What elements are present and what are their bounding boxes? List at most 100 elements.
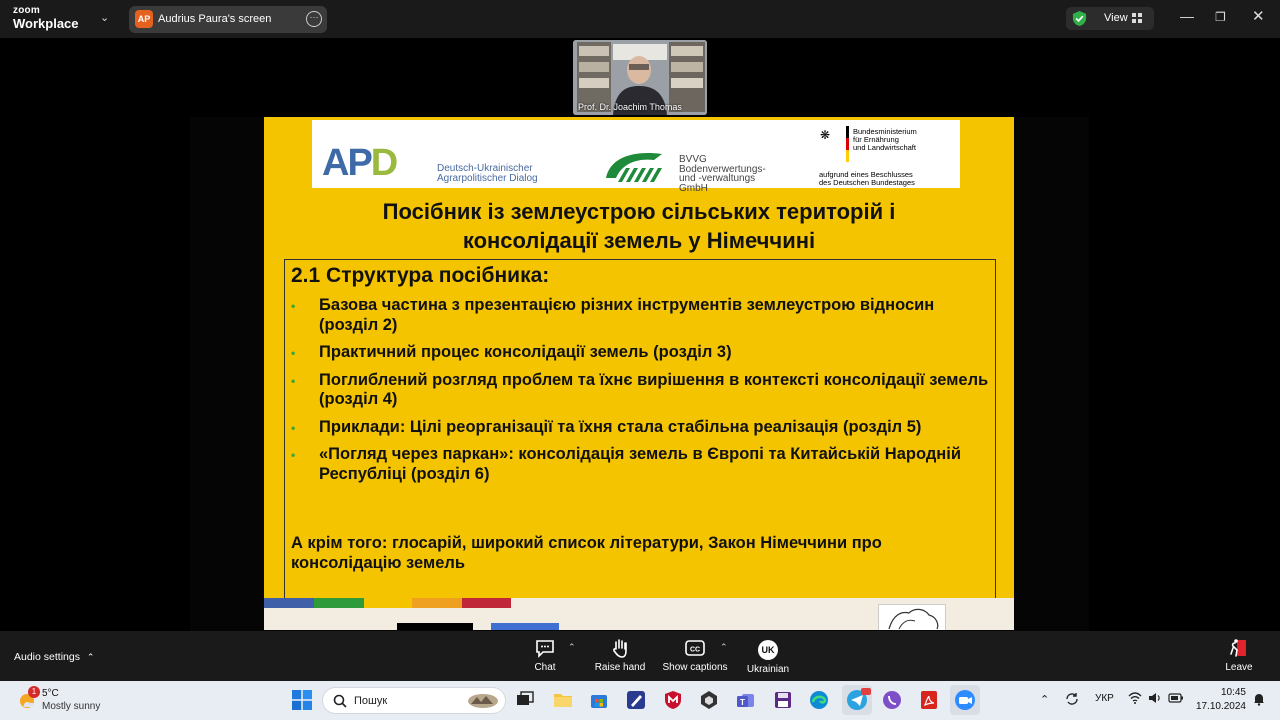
ellipsis-icon[interactable]: ⋯ xyxy=(306,11,322,27)
chevron-up-icon[interactable]: ⌃ xyxy=(568,642,576,653)
footer-block xyxy=(397,623,473,630)
bmel-subtext: aufgrund eines Beschlusses des Deutschen… xyxy=(819,171,915,187)
chat-icon xyxy=(536,640,554,658)
language-code-badge: UK xyxy=(758,640,778,660)
slide-title-line-1: Посібник із землеустрою сільських терито… xyxy=(382,199,896,224)
taskbar-clock[interactable]: 10:45 17.10.2024 xyxy=(1194,686,1246,714)
eagle-icon: ❋ xyxy=(820,128,831,142)
search-placeholder: Пошук xyxy=(354,695,388,707)
chevron-down-icon[interactable]: ⌄ xyxy=(100,11,109,24)
edge-icon[interactable] xyxy=(808,689,830,711)
bullet-dot-icon: • xyxy=(291,448,296,462)
chevron-up-icon[interactable]: ⌃ xyxy=(1040,693,1049,706)
bullet-dot-icon: • xyxy=(291,299,296,313)
footer-color-segment xyxy=(364,598,412,608)
bullet-text: Практичний процес консолідації земель (р… xyxy=(319,343,732,361)
notification-badge: 1 xyxy=(28,686,40,698)
raise-hand-label: Raise hand xyxy=(594,662,646,673)
search-highlight-icon xyxy=(468,694,498,708)
close-icon[interactable]: ✕ xyxy=(1252,7,1265,25)
list-item: • «Погляд через паркан»: консолідація зем… xyxy=(291,445,991,484)
bullet-dot-icon: • xyxy=(291,346,296,360)
language-button[interactable]: UK Ukrainian xyxy=(743,637,793,675)
search-icon xyxy=(333,694,347,708)
audio-settings-button[interactable]: Audio settings ⌃ xyxy=(14,651,94,663)
wifi-icon[interactable] xyxy=(1128,692,1142,707)
app-cube-icon[interactable] xyxy=(698,689,720,711)
weather-condition: Mostly sunny xyxy=(42,701,101,712)
taskbar-search[interactable]: Пошук xyxy=(322,687,506,714)
slide-title: Посібник із землеустрою сільських терито… xyxy=(264,197,1014,255)
clock-time: 10:45 xyxy=(1220,687,1246,698)
bullet-dot-icon: • xyxy=(291,373,296,388)
acrobat-icon[interactable] xyxy=(918,689,940,711)
mcafee-icon[interactable] xyxy=(662,689,684,711)
share-title: Audrius Paura's screen xyxy=(158,13,272,25)
pen-app-icon[interactable] xyxy=(625,689,647,711)
list-item: • Базова частина з презентацією різних ін… xyxy=(291,296,991,335)
slide-title-line-2: консолідації земель у Німеччині xyxy=(462,228,816,253)
hand-icon xyxy=(613,639,627,658)
footer-color-segment xyxy=(412,598,462,608)
speaker-icon[interactable] xyxy=(1148,692,1162,707)
grid-icon xyxy=(1132,13,1142,23)
restore-icon[interactable]: ❐ xyxy=(1215,10,1226,24)
meeting-controls: Audio settings ⌃ Chat ⌃ Raise hand CC Sh… xyxy=(0,631,1280,681)
leave-button[interactable]: Leave xyxy=(1222,637,1256,673)
zoom-logo: zoom Workplace xyxy=(13,5,79,31)
brand-top: zoom xyxy=(13,5,40,16)
german-flag-bar xyxy=(846,126,849,162)
minimize-icon[interactable]: — xyxy=(1180,8,1194,24)
bvvg-line-4: GmbH xyxy=(679,182,708,194)
keyboard-language[interactable]: УКР xyxy=(1095,693,1114,704)
participant-video[interactable]: Prof. Dr. Joachim Thomas xyxy=(573,40,707,115)
windows-start-icon[interactable] xyxy=(292,690,312,710)
screen-share-indicator[interactable]: AP Audrius Paura's screen ⋯ xyxy=(129,6,327,33)
zoom-window: zoom Workplace ⌄ AP Audrius Paura's scre… xyxy=(0,0,1280,720)
extra-note: А крім того: глосарій, широкий список лі… xyxy=(291,534,882,572)
language-label: Ukrainian xyxy=(746,664,790,675)
view-button[interactable]: View xyxy=(1066,7,1154,30)
sync-icon[interactable] xyxy=(1064,691,1080,710)
weather-temperature: 5°C xyxy=(42,688,59,699)
bullet-dot-icon: • xyxy=(291,420,296,435)
chat-label: Chat xyxy=(534,662,556,673)
chevron-up-icon[interactable]: ⌃ xyxy=(720,642,728,653)
list-item: • Практичний процес консолідації земель (… xyxy=(291,343,991,363)
clock-date: 17.10.2024 xyxy=(1195,701,1246,712)
content-box: 2.1 Структура посібника: • Базова частина… xyxy=(284,259,996,604)
bmel-logo-text: Bundesministerium für Ernährung und Land… xyxy=(853,128,917,152)
battery-icon[interactable] xyxy=(1168,692,1184,707)
leave-label: Leave xyxy=(1225,662,1253,673)
bullet-text: Приклади: Цілі реорганізації та їхня ста… xyxy=(319,417,922,436)
chevron-up-icon: ⌃ xyxy=(86,652,95,662)
teams-icon[interactable]: T xyxy=(735,689,757,711)
bell-icon[interactable] xyxy=(1252,692,1266,709)
bullet-text: Базова частина з презентацією різних інс… xyxy=(319,296,935,334)
windows-taskbar: 1 5°C Mostly sunny Пошук T ⌃ УКР 10:45 1… xyxy=(0,681,1280,720)
apd-mark-a: AP xyxy=(322,142,373,184)
presentation-slide: APD Deutsch-Ukrainischer Agrarpolitische… xyxy=(264,117,1014,630)
list-item: • Поглиблений розгляд проблем та їхнє вир… xyxy=(291,371,991,410)
telegram-icon[interactable] xyxy=(842,685,872,715)
view-label: View xyxy=(1104,12,1128,24)
footer-color-segment xyxy=(264,598,314,608)
viber-icon[interactable] xyxy=(881,689,903,711)
save-disk-icon[interactable] xyxy=(772,689,794,711)
show-captions-button[interactable]: CC Show captions xyxy=(661,637,729,673)
brand-bottom: Workplace xyxy=(13,16,79,31)
task-view-icon[interactable] xyxy=(514,689,536,711)
section-heading: 2.1 Структура посібника: xyxy=(291,264,550,287)
chat-button[interactable]: Chat xyxy=(528,637,562,673)
raise-hand-button[interactable]: Raise hand xyxy=(593,637,647,673)
store-icon[interactable] xyxy=(588,689,610,711)
footer-color-segment xyxy=(314,598,364,608)
svg-text:CC: CC xyxy=(690,647,700,654)
svg-text:T: T xyxy=(740,698,745,707)
list-item: • Приклади: Цілі реорганізації та їхня ст… xyxy=(291,418,991,438)
bullet-list: • Базова частина з презентацією різних ін… xyxy=(291,296,991,492)
apd-logo-text: Deutsch-Ukrainischer Agrarpolitischer Di… xyxy=(437,164,538,184)
zoom-app-icon[interactable] xyxy=(950,685,980,715)
file-explorer-icon[interactable] xyxy=(552,689,574,711)
captions-icon: CC xyxy=(685,640,705,656)
